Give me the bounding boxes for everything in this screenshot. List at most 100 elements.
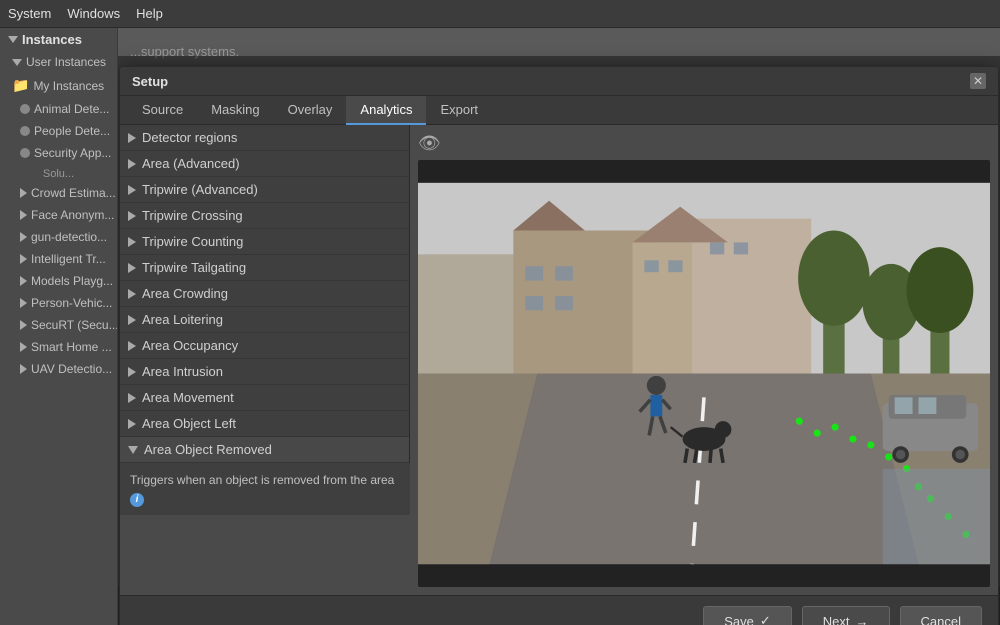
analytics-item-tripwire-counting[interactable]: Tripwire Counting (120, 229, 409, 255)
analytics-item-area-movement[interactable]: Area Movement (120, 385, 409, 411)
solutions-divider: Solu... (0, 164, 117, 182)
user-instances-icon (12, 59, 22, 66)
sidebar: Instances User Instances 📁 My Instances … (0, 28, 118, 625)
analytics-item-area-adv[interactable]: Area (Advanced) (120, 151, 409, 177)
analytics-item-label: Area Object Left (142, 416, 236, 431)
cancel-label: Cancel (921, 614, 961, 625)
analytics-item-label: Tripwire Crossing (142, 208, 243, 223)
analytics-item-label: Area Object Removed (144, 442, 272, 457)
description-text: Triggers when an object is removed from … (130, 471, 400, 489)
sidebar-item-uav[interactable]: UAV Detectio... (0, 358, 117, 380)
sidebar-item-crowd[interactable]: Crowd Estima... (0, 182, 117, 204)
dialog-title: Setup (132, 74, 168, 89)
setup-dialog: Setup ✕ Source Masking Overlay Analytics… (119, 66, 999, 625)
analytics-item-label: Tripwire Counting (142, 234, 243, 249)
sidebar-item-person[interactable]: Person-Vehic... (0, 292, 117, 314)
expand-arrow-icon (128, 419, 136, 429)
analytics-panel: Detector regions Area (Advanced) Tripwir… (120, 125, 410, 595)
sidebar-my-instances[interactable]: 📁 My Instances (0, 73, 117, 98)
description-area: Triggers when an object is removed from … (120, 463, 410, 515)
sidebar-item-gun[interactable]: gun-detectio... (0, 226, 117, 248)
analytics-item-tripwire-crossing[interactable]: Tripwire Crossing (120, 203, 409, 229)
expand-icon (20, 276, 27, 286)
expand-icon (20, 232, 27, 242)
sidebar-item-animal[interactable]: Animal Dete... (0, 98, 117, 120)
analytics-item-label: Area Occupancy (142, 338, 238, 353)
expand-arrow-icon (128, 367, 136, 377)
sidebar-item-security[interactable]: Security App... (0, 142, 117, 164)
folder-icon: 📁 (12, 77, 29, 94)
menu-windows[interactable]: Windows (67, 6, 120, 21)
expand-arrow-icon (128, 237, 136, 247)
menu-help[interactable]: Help (136, 6, 163, 21)
cancel-button[interactable]: Cancel (900, 606, 982, 625)
tab-overlay[interactable]: Overlay (274, 96, 347, 125)
tab-source[interactable]: Source (128, 96, 197, 125)
dialog-content: Detector regions Area (Advanced) Tripwir… (120, 125, 998, 595)
save-checkmark-icon: ✓ (760, 613, 771, 625)
analytics-item-area-intrusion[interactable]: Area Intrusion (120, 359, 409, 385)
menu-bar: System Windows Help (0, 0, 1000, 28)
tab-analytics[interactable]: Analytics (346, 96, 426, 125)
analytics-item-area-loitering[interactable]: Area Loitering (120, 307, 409, 333)
my-instances-label: My Instances (33, 79, 104, 93)
sidebar-item-people[interactable]: People Dete... (0, 120, 117, 142)
sidebar-item-models[interactable]: Models Playg... (0, 270, 117, 292)
sidebar-item-smart[interactable]: Smart Home ... (0, 336, 117, 358)
expand-arrow-icon (128, 211, 136, 221)
next-label: Next (823, 614, 850, 625)
analytics-item-tripwire-tailgating[interactable]: Tripwire Tailgating (120, 255, 409, 281)
save-button[interactable]: Save ✓ (703, 606, 792, 625)
analytics-item-label: Tripwire (Advanced) (142, 182, 258, 197)
collapse-arrow-icon (128, 446, 138, 454)
expand-arrow-icon (128, 315, 136, 325)
sidebar-instances-header[interactable]: Instances (0, 28, 117, 51)
analytics-item-area-occupancy[interactable]: Area Occupancy (120, 333, 409, 359)
save-label: Save (724, 614, 754, 625)
expand-arrow-icon (128, 159, 136, 169)
app-area: Instances User Instances 📁 My Instances … (0, 28, 1000, 625)
analytics-item-label: Area (Advanced) (142, 156, 240, 171)
analytics-item-label: Area Movement (142, 390, 234, 405)
tab-masking[interactable]: Masking (197, 96, 273, 125)
next-button[interactable]: Next → (802, 606, 890, 625)
status-indicator (20, 104, 30, 114)
menu-system[interactable]: System (8, 6, 51, 21)
modal-overlay: Setup ✕ Source Masking Overlay Analytics… (118, 56, 1000, 625)
expand-icon (20, 342, 27, 352)
user-instances-label: User Instances (26, 55, 106, 69)
expand-icon (20, 254, 27, 264)
expand-arrow-icon (128, 133, 136, 143)
instances-collapse-icon (8, 36, 18, 43)
eye-icon: 👁 (418, 133, 441, 154)
tab-export[interactable]: Export (426, 96, 492, 125)
road-scene-svg (418, 160, 990, 587)
expand-icon (20, 298, 27, 308)
sidebar-item-intelligent[interactable]: Intelligent Tr... (0, 248, 117, 270)
analytics-item-tripwire-adv[interactable]: Tripwire (Advanced) (120, 177, 409, 203)
analytics-item-area-crowding[interactable]: Area Crowding (120, 281, 409, 307)
analytics-item-detector[interactable]: Detector regions (120, 125, 409, 151)
status-indicator (20, 148, 30, 158)
expand-icon (20, 188, 27, 198)
expand-arrow-icon (128, 393, 136, 403)
sidebar-item-face[interactable]: Face Anonym... (0, 204, 117, 226)
preview-area: 👁 (410, 125, 998, 595)
analytics-item-area-object-left[interactable]: Area Object Left (120, 411, 409, 437)
status-indicator (20, 126, 30, 136)
analytics-item-label: Detector regions (142, 130, 237, 145)
expand-icon (20, 364, 27, 374)
analytics-item-area-object-removed[interactable]: Area Object Removed (120, 437, 409, 463)
preview-image (418, 160, 990, 587)
tabs-bar: Source Masking Overlay Analytics Export (120, 96, 998, 125)
preview-header: 👁 (418, 133, 990, 154)
expand-arrow-icon (128, 289, 136, 299)
expand-icon (20, 320, 27, 330)
sidebar-item-securt[interactable]: SecuRT (Secu... (0, 314, 117, 336)
expand-icon (20, 210, 27, 220)
analytics-item-label: Area Crowding (142, 286, 228, 301)
close-button[interactable]: ✕ (970, 73, 986, 89)
expand-arrow-icon (128, 263, 136, 273)
analytics-item-label: Tripwire Tailgating (142, 260, 246, 275)
sidebar-user-instances[interactable]: User Instances (0, 51, 117, 73)
